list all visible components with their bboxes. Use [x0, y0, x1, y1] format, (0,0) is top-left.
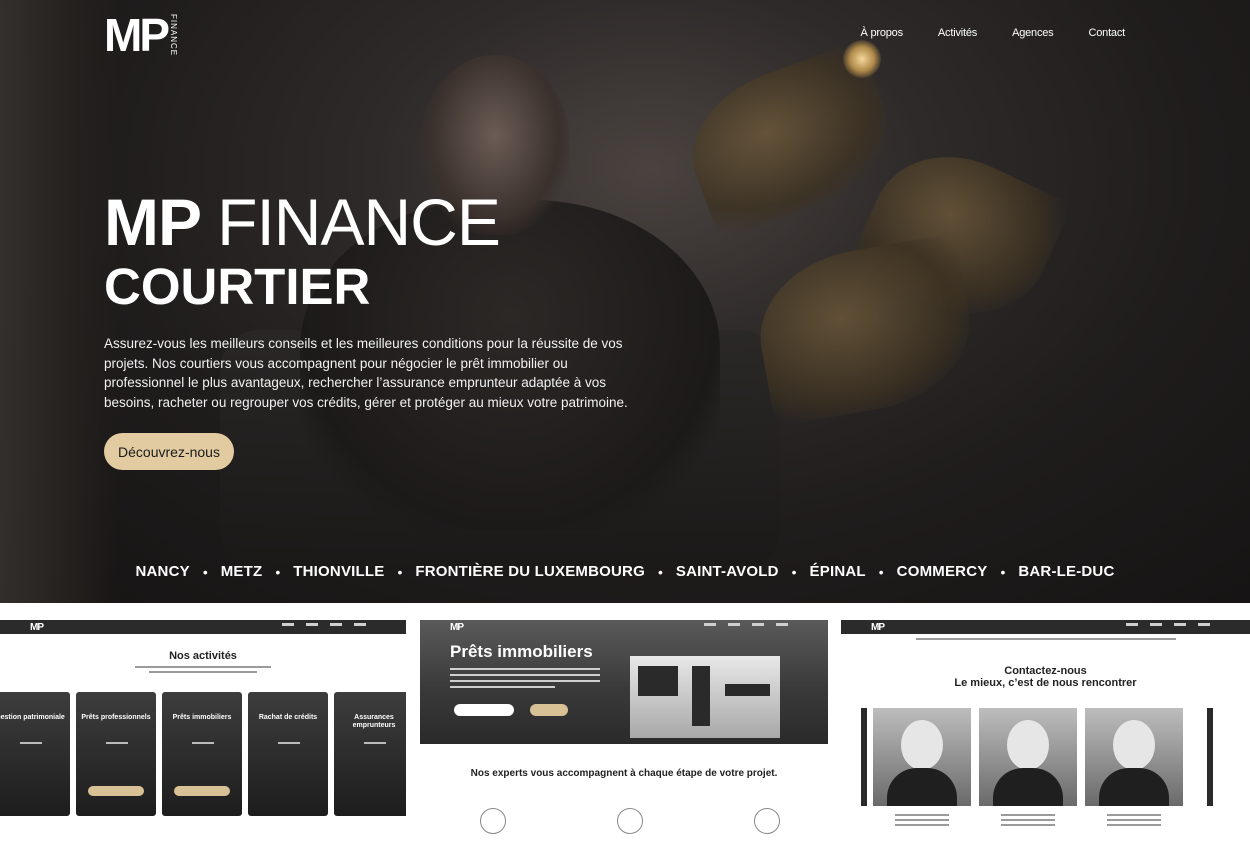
step-icon — [617, 808, 643, 834]
city-item: ÉPINAL — [809, 563, 866, 580]
hero-title: MP FINANCE — [104, 185, 501, 259]
hero-title-light: FINANCE — [217, 185, 501, 259]
preview-subnav — [916, 638, 1176, 643]
activity-card: Rachat de crédits — [248, 692, 328, 816]
hero-background-left — [0, 0, 120, 603]
preview-logo: MP — [450, 621, 464, 633]
separator-dot: • — [397, 563, 403, 580]
preview-button — [454, 704, 514, 716]
preview-title: Contactez-nous Le mieux, c’est de nous r… — [841, 665, 1250, 689]
city-list: NANCY • METZ • THIONVILLE • FRONTIÈRE DU… — [0, 563, 1250, 580]
preview-loans[interactable]: MP Prêts immobiliers Nos experts vous ac… — [420, 620, 828, 850]
activity-card: Assurances emprunteurs — [334, 692, 406, 816]
activity-card-label: Prêts professionnels — [81, 714, 151, 721]
hero-title-bold: MP — [104, 185, 201, 259]
hero-section: MP FINANCE À propos Activités Agences Co… — [0, 0, 1250, 603]
logo-mark: MP — [104, 9, 170, 61]
activity-card: Gestion patrimoniale — [0, 692, 70, 816]
photo-edge — [861, 708, 867, 806]
house-image — [630, 656, 780, 738]
preview-nav — [704, 623, 788, 626]
hero-background-lamp — [843, 40, 881, 78]
separator-dot: • — [657, 563, 663, 580]
preview-title: Nos activités — [169, 650, 237, 662]
discover-button[interactable]: Découvrez-nous — [104, 433, 234, 470]
preview-activities[interactable]: MP Nos activités Gestion patrimoniale Pr… — [0, 620, 406, 850]
preview-contact[interactable]: MP Contactez-nous Le mieux, c’est de nou… — [841, 620, 1250, 850]
nav-item-a-propos[interactable]: À propos — [860, 27, 903, 39]
preview-header: MP — [420, 620, 828, 634]
hero-description: Assurez-vous les meilleurs conseils et l… — [104, 336, 628, 411]
activity-card-label: Gestion patrimoniale — [0, 714, 65, 721]
city-item: NANCY — [135, 563, 190, 580]
hero-subtitle: COURTIER — [104, 258, 371, 315]
team-names — [873, 814, 1183, 829]
preview-nav — [282, 623, 366, 626]
preview-steps — [480, 808, 780, 834]
nav-item-activites[interactable]: Activités — [938, 27, 977, 39]
preview-nav — [1126, 623, 1210, 626]
city-item: BAR-LE-DUC — [1018, 563, 1115, 580]
city-item: COMMERCY — [896, 563, 988, 580]
separator-dot: • — [275, 563, 281, 580]
city-item: FRONTIÈRE DU LUXEMBOURG — [415, 563, 645, 580]
separator-dot: • — [202, 563, 208, 580]
logo-word: FINANCE — [169, 14, 178, 57]
step-icon — [480, 808, 506, 834]
main-nav: À propos Activités Agences Contact — [860, 27, 1125, 39]
site-logo[interactable]: MP FINANCE — [104, 12, 178, 58]
separator-dot: • — [878, 563, 884, 580]
activity-card: Prêts professionnels — [76, 692, 156, 816]
separator-dot: • — [791, 563, 797, 580]
preview-logo: MP — [30, 621, 44, 633]
team-photo — [979, 708, 1077, 806]
step-icon — [754, 808, 780, 834]
preview-text-lines — [450, 668, 600, 692]
preview-text-lines — [135, 666, 271, 676]
separator-dot: • — [1000, 563, 1006, 580]
preview-header: MP — [841, 620, 1250, 634]
activity-cards: Gestion patrimoniale Prêts professionnel… — [0, 692, 406, 816]
preview-title: Prêts immobiliers — [450, 642, 593, 661]
contact-title: Contactez-nous — [1004, 665, 1087, 677]
preview-logo: MP — [871, 621, 885, 633]
team-photo — [873, 708, 971, 806]
city-item: METZ — [220, 563, 263, 580]
contact-subtitle: Le mieux, c’est de nous rencontrer — [954, 677, 1137, 689]
activity-card-label: Prêts immobiliers — [172, 714, 232, 721]
nav-item-agences[interactable]: Agences — [1012, 27, 1054, 39]
nav-item-contact[interactable]: Contact — [1088, 27, 1125, 39]
city-item: SAINT-AVOLD — [675, 563, 779, 580]
activity-card-label: Rachat de crédits — [258, 714, 318, 721]
preview-button — [530, 704, 568, 716]
preview-section-title: Nos experts vous accompagnent à chaque é… — [470, 768, 778, 779]
preview-header: MP — [0, 620, 406, 634]
activity-card: Prêts immobiliers — [162, 692, 242, 816]
team-photo — [1085, 708, 1183, 806]
city-item: THIONVILLE — [293, 563, 385, 580]
photo-edge — [1207, 708, 1213, 806]
preview-gallery: MP Nos activités Gestion patrimoniale Pr… — [0, 603, 1250, 850]
team-photos — [873, 708, 1183, 806]
hero-background-leaf — [747, 232, 983, 428]
activity-card-label: Assurances emprunteurs — [352, 714, 396, 729]
